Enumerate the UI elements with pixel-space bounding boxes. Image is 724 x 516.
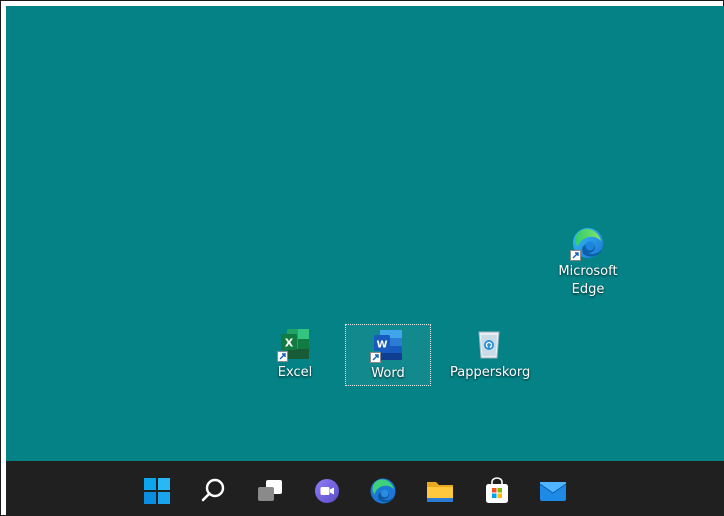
desktop-icon-label: Word: [371, 366, 405, 381]
mail-icon: [539, 482, 567, 501]
desktop-icon-label: Papperskorg: [450, 365, 531, 380]
chat-icon: [315, 479, 339, 503]
search-icon: [201, 478, 225, 502]
edge-taskbar-button[interactable]: [367, 475, 399, 507]
desktop-icon-microsoft-edge[interactable]: Microsoft Edge: [546, 223, 630, 299]
chat-button[interactable]: [311, 475, 343, 507]
desktop-icon-label: Microsoft Edge: [558, 264, 618, 297]
task-view-button[interactable]: [254, 475, 286, 507]
taskbar: [6, 461, 724, 516]
search-button[interactable]: [197, 475, 229, 507]
recycle-bin-icon: [471, 326, 507, 362]
desktop-icon-recycle-bin[interactable]: Papperskorg: [447, 324, 531, 382]
svg-text:X: X: [285, 337, 294, 350]
mail-button[interactable]: [537, 475, 569, 507]
start-icon: [144, 478, 170, 504]
desktop-icon-label: Excel: [277, 365, 313, 380]
shortcut-arrow-icon: [370, 352, 381, 363]
desktop-icon-excel[interactable]: X Excel: [253, 324, 337, 382]
shortcut-arrow-icon: [570, 250, 581, 261]
edge-icon: [570, 225, 606, 261]
svg-text:W: W: [376, 340, 387, 351]
store-button[interactable]: [481, 475, 513, 507]
desktop-icon-word[interactable]: W Word: [345, 324, 431, 386]
store-icon: [486, 477, 508, 503]
shortcut-arrow-icon: [277, 351, 288, 362]
desktop[interactable]: Microsoft Edge X Excel W Word Papperskor…: [6, 6, 724, 461]
file-explorer-button[interactable]: [424, 475, 456, 507]
edge-icon: [370, 478, 396, 504]
file-explorer-icon: [427, 482, 453, 502]
word-icon: W: [370, 327, 406, 363]
task-view-icon: [258, 480, 282, 501]
excel-icon: X: [277, 326, 313, 362]
start-button[interactable]: [141, 475, 173, 507]
